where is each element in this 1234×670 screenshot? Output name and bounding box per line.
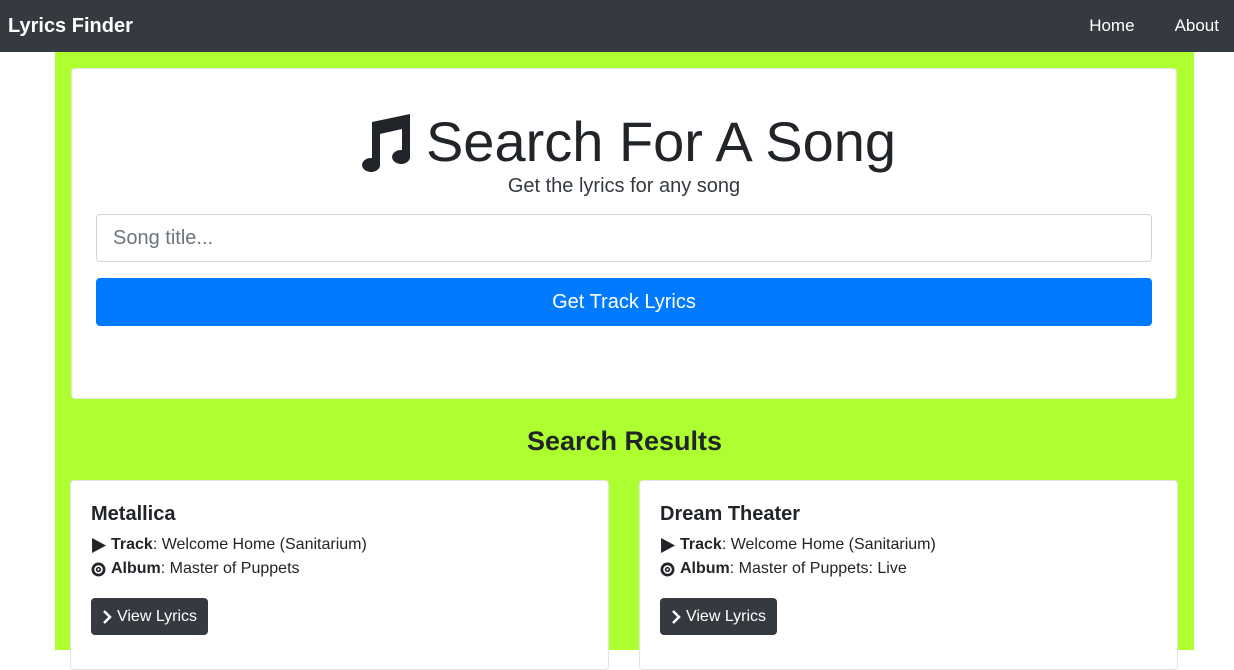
brand-logo[interactable]: Lyrics Finder (8, 15, 133, 38)
play-icon (661, 537, 675, 553)
chevron-right-icon (672, 609, 681, 624)
result-card: Metallica Track: Welcome Home (Sanitariu… (70, 480, 609, 670)
album-label: Album (680, 560, 730, 577)
album-line: Album: Master of Puppets (91, 560, 300, 578)
artist-name: Dream Theater (660, 503, 801, 525)
get-track-lyrics-button[interactable]: Get Track Lyrics (96, 278, 1152, 326)
search-results-title: Search Results (526, 426, 723, 456)
page-subtitle: Get the lyrics for any song (507, 175, 741, 197)
nav-link-about[interactable]: About (1175, 16, 1219, 36)
view-lyrics-button[interactable]: View Lyrics (91, 598, 208, 635)
navbar: Lyrics Finder Home About (0, 0, 1234, 52)
play-icon (92, 537, 106, 553)
nav-links: Home About (1049, 16, 1219, 36)
view-lyrics-button[interactable]: View Lyrics (660, 598, 777, 635)
result-card: Dream Theater Track: Welcome Home (Sanit… (639, 480, 1178, 670)
search-card: Search For A Song Get the lyrics for any… (71, 68, 1177, 399)
track-name: Welcome Home (Sanitarium) (161, 536, 367, 553)
album-line: Album: Master of Puppets: Live (660, 560, 907, 578)
album-name: Master of Puppets (169, 560, 300, 577)
album-label: Album (111, 560, 161, 577)
artist-name: Metallica (91, 503, 176, 525)
music-note-icon (362, 113, 411, 172)
view-lyrics-label: View Lyrics (685, 607, 767, 625)
track-line: Track: Welcome Home (Sanitarium) (660, 536, 936, 554)
song-title-input[interactable] (96, 214, 1152, 262)
compact-disc-icon (660, 562, 675, 576)
track-line: Track: Welcome Home (Sanitarium) (91, 536, 367, 554)
page-title: Search For A Song (72, 109, 1176, 174)
track-label: Track (111, 536, 153, 553)
chevron-right-icon (103, 609, 112, 624)
view-lyrics-label: View Lyrics (116, 607, 198, 625)
nav-link-home[interactable]: Home (1089, 16, 1134, 36)
track-name: Welcome Home (Sanitarium) (730, 536, 936, 553)
main-container: Search For A Song Get the lyrics for any… (55, 52, 1194, 670)
page-title-text: Search For A Song (425, 110, 897, 173)
track-label: Track (680, 536, 722, 553)
compact-disc-icon (91, 562, 106, 576)
album-name: Master of Puppets: Live (738, 560, 907, 577)
